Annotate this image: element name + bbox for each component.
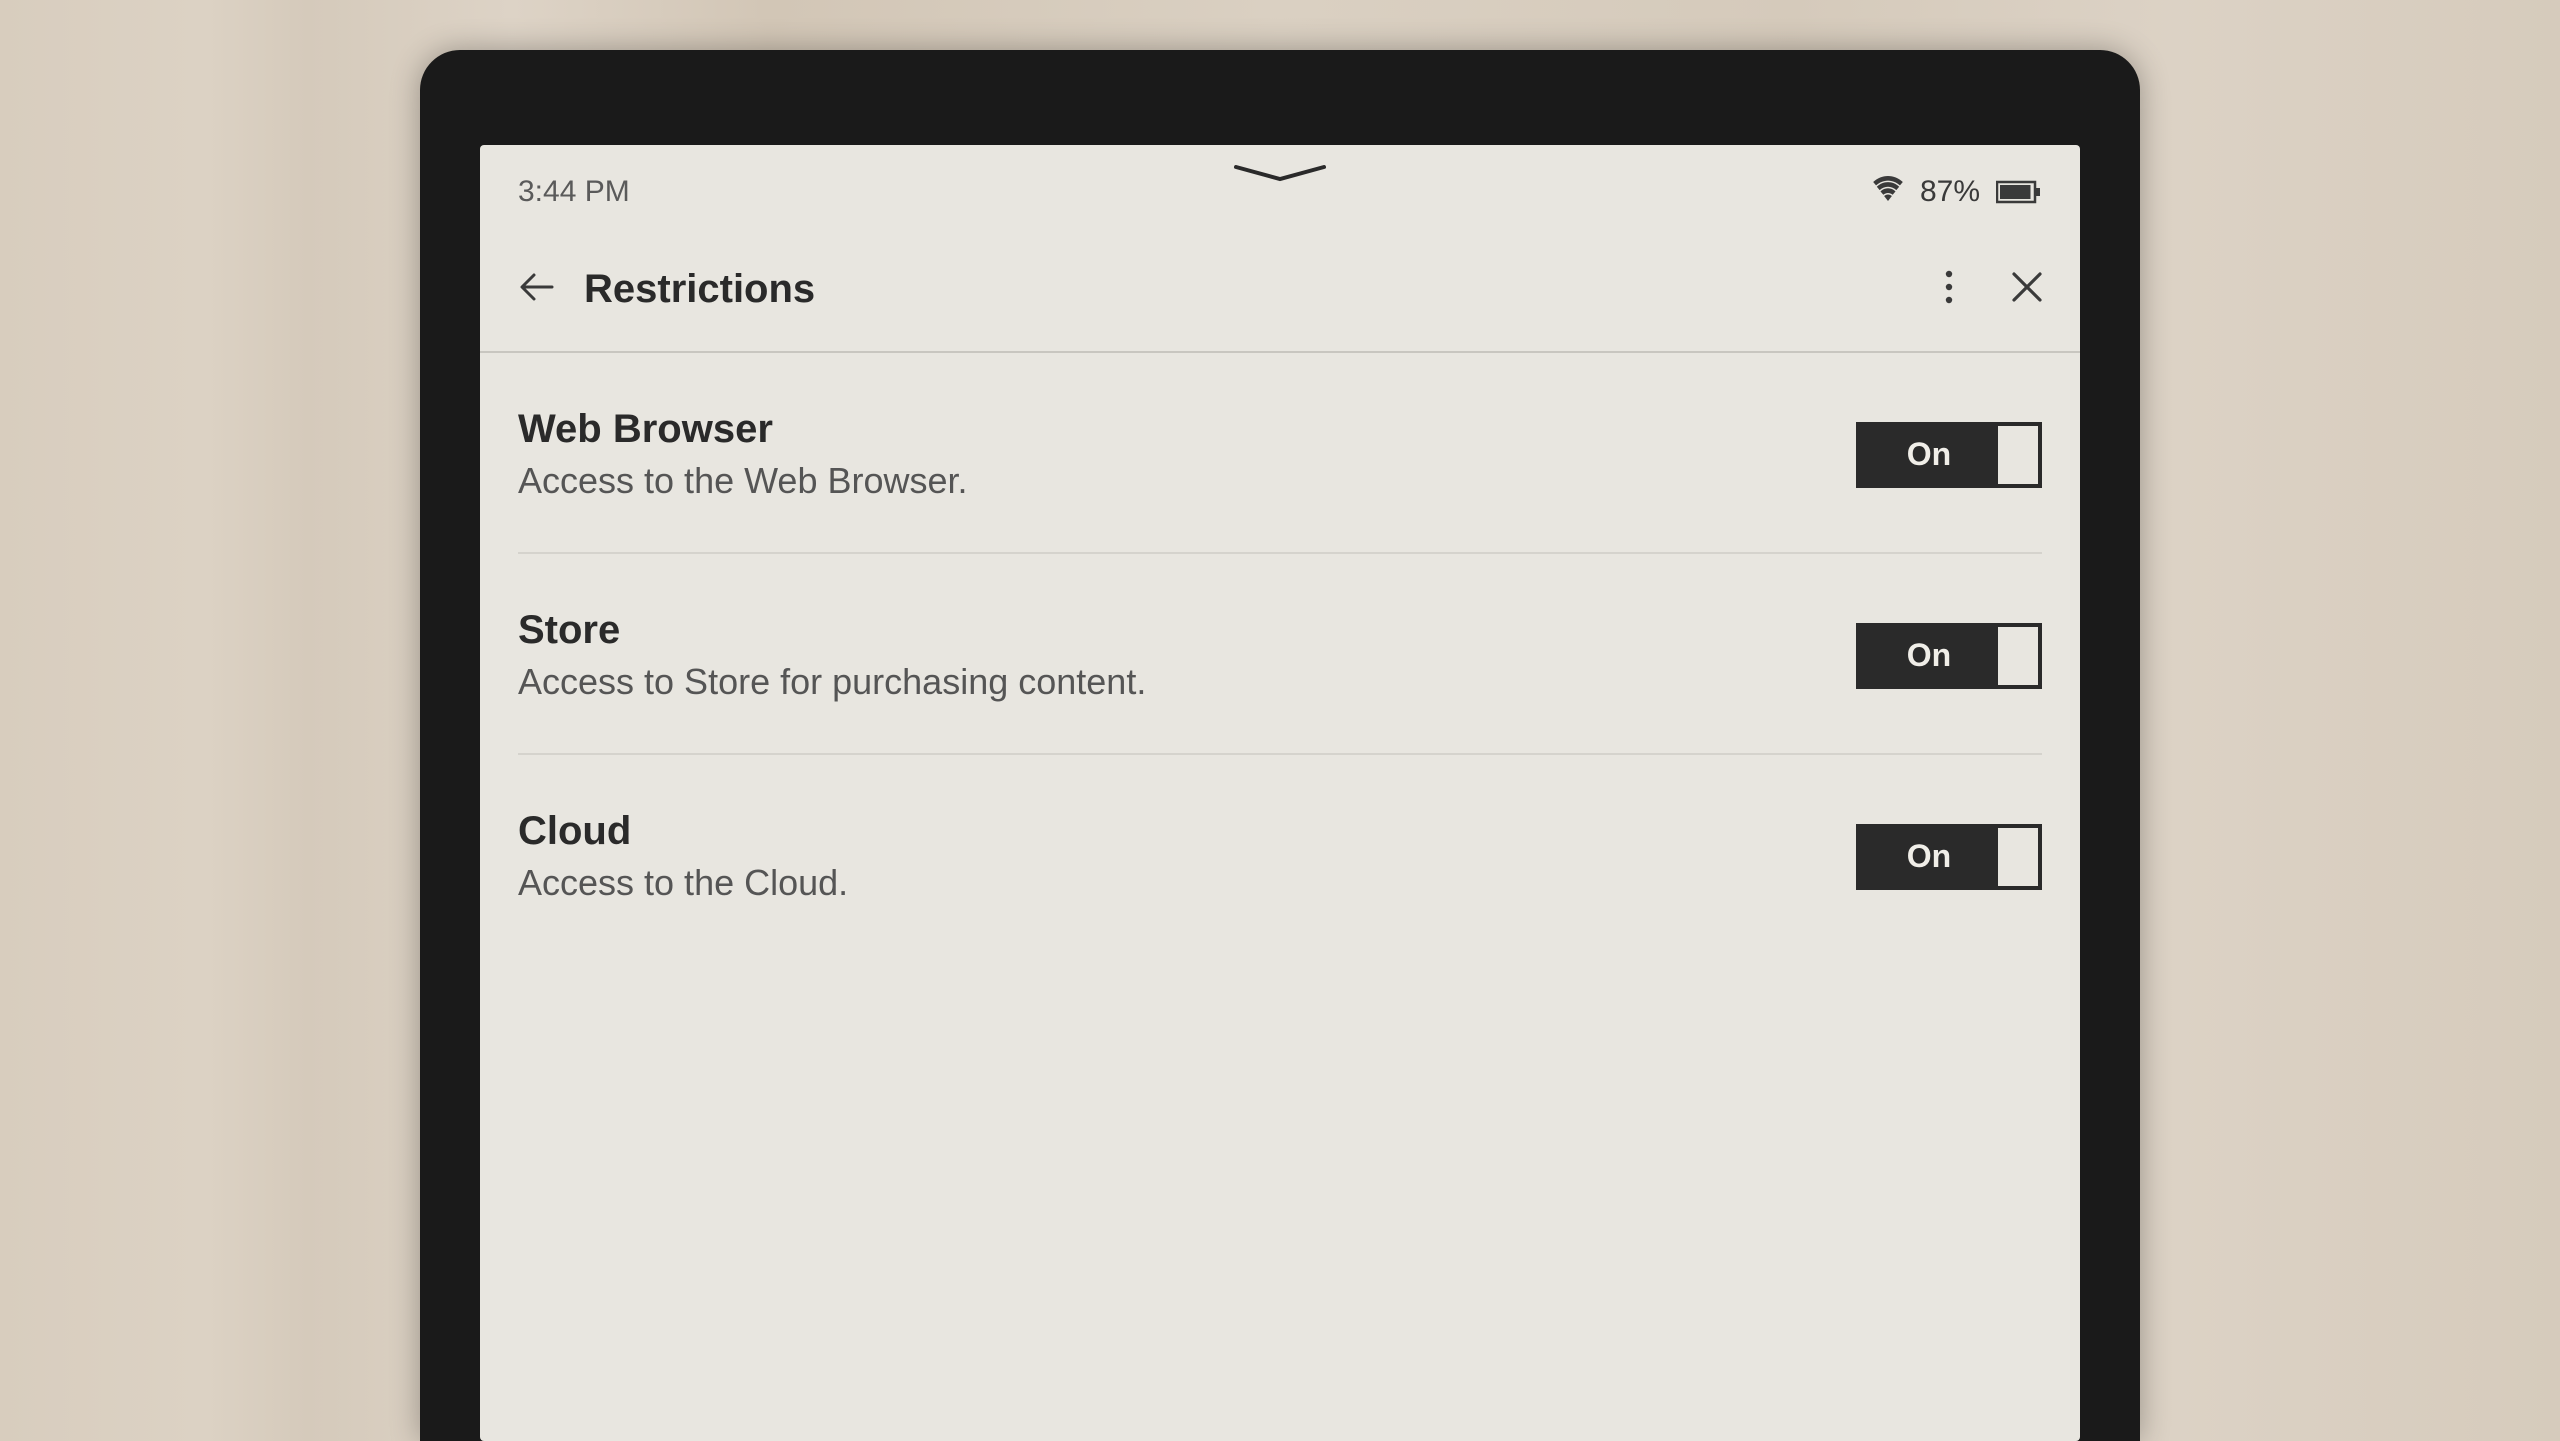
toggle-label: On	[1856, 637, 2002, 674]
settings-list: Web Browser Access to the Web Browser. O…	[480, 353, 2080, 954]
setting-row-web-browser: Web Browser Access to the Web Browser. O…	[518, 353, 2042, 554]
setting-description: Access to the Web Browser.	[518, 460, 1856, 502]
close-icon	[2009, 269, 2045, 310]
setting-description: Access to Store for purchasing content.	[518, 661, 1856, 703]
toggle-knob	[1998, 828, 2038, 886]
more-options-button[interactable]	[1926, 266, 1972, 312]
close-button[interactable]	[2004, 266, 2050, 312]
setting-text: Cloud Access to the Cloud.	[518, 809, 1856, 904]
battery-percentage: 87%	[1920, 175, 1980, 209]
toggle-label: On	[1856, 436, 2002, 473]
battery-icon	[1996, 179, 2042, 205]
status-time: 3:44 PM	[518, 175, 630, 209]
setting-title: Store	[518, 608, 1856, 653]
screen: 3:44 PM 87%	[480, 145, 2080, 1441]
setting-row-store: Store Access to Store for purchasing con…	[518, 554, 2042, 755]
page-title: Restrictions	[584, 267, 1926, 312]
status-bar: 3:44 PM 87%	[480, 145, 2080, 233]
setting-row-cloud: Cloud Access to the Cloud. On	[518, 755, 2042, 954]
status-right: 87%	[1872, 175, 2042, 209]
setting-text: Web Browser Access to the Web Browser.	[518, 407, 1856, 502]
setting-title: Cloud	[518, 809, 1856, 854]
toggle-knob	[1998, 627, 2038, 685]
app-bar: Restrictions	[480, 233, 2080, 353]
toggle-store[interactable]: On	[1856, 623, 2042, 689]
back-button[interactable]	[510, 261, 566, 317]
toggle-web-browser[interactable]: On	[1856, 422, 2042, 488]
setting-description: Access to the Cloud.	[518, 862, 1856, 904]
pull-down-indicator-icon[interactable]	[1230, 163, 1330, 183]
toggle-knob	[1998, 426, 2038, 484]
toggle-cloud[interactable]: On	[1856, 824, 2042, 890]
setting-text: Store Access to Store for purchasing con…	[518, 608, 1856, 703]
wifi-icon	[1872, 175, 1904, 209]
toggle-label: On	[1856, 838, 2002, 875]
setting-title: Web Browser	[518, 407, 1856, 452]
device-frame: 3:44 PM 87%	[420, 50, 2140, 1441]
vertical-dots-icon	[1931, 269, 1967, 310]
arrow-left-icon	[518, 267, 558, 312]
app-bar-actions	[1926, 266, 2050, 312]
